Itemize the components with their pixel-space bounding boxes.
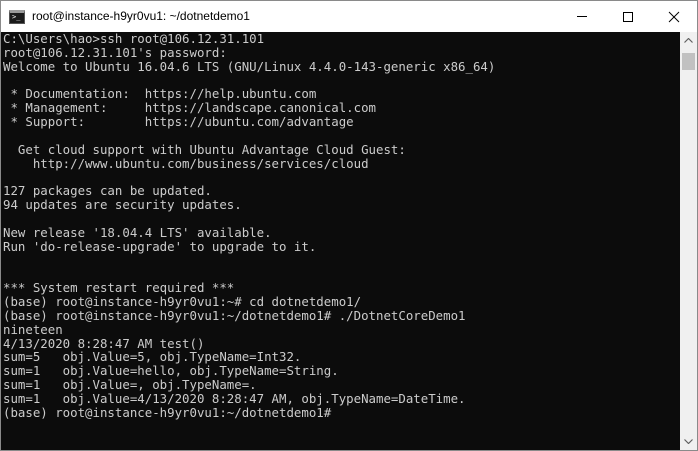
terminal-line: (base) root@instance-h9yr0vu1:~/dotnetde… — [3, 307, 466, 323]
terminal-text[interactable]: C:\Users\hao>ssh root@106.12.31.101 root… — [3, 32, 495, 420]
terminal-line: * Management: https://landscape.canonica… — [3, 100, 376, 116]
scroll-thumb[interactable] — [682, 53, 695, 70]
terminal-output[interactable]: C:\Users\hao>ssh root@106.12.31.101 root… — [1, 32, 680, 450]
terminal-icon[interactable]: >_ — [9, 10, 25, 24]
terminal-window: >_ root@instance-h9yr0vu1: ~/dotnetdemo1… — [0, 0, 698, 451]
scroll-up-button[interactable] — [680, 32, 697, 49]
terminal-line: Welcome to Ubuntu 16.04.6 LTS (GNU/Linux… — [3, 58, 496, 74]
terminal-line: sum=5 obj.Value=5, obj.TypeName=Int32. — [3, 349, 302, 365]
terminal-line: 4/13/2020 8:28:47 AM test() — [3, 335, 205, 351]
terminal-line: sum=1 obj.Value=hello, obj.TypeName=Stri… — [3, 363, 339, 379]
maximize-icon — [623, 11, 633, 22]
minimize-icon — [577, 16, 587, 17]
close-button[interactable] — [651, 1, 697, 32]
terminal-line: (base) root@instance-h9yr0vu1:~# cd dotn… — [3, 294, 362, 310]
terminal-line: sum=1 obj.Value=, obj.TypeName=. — [3, 377, 257, 393]
chevron-up-icon — [684, 38, 693, 43]
chevron-down-icon — [684, 439, 693, 444]
terminal-line: *** System restart required *** — [3, 280, 235, 296]
terminal-line: (base) root@instance-h9yr0vu1:~/dotnetde… — [3, 404, 339, 420]
scroll-down-button[interactable] — [680, 433, 697, 450]
terminal-line: * Documentation: https://help.ubuntu.com — [3, 86, 317, 102]
terminal-line: * Support: https://ubuntu.com/advantage — [3, 114, 354, 130]
title-bar[interactable]: >_ root@instance-h9yr0vu1: ~/dotnetdemo1 — [1, 1, 697, 32]
terminal-line: sum=1 obj.Value=4/13/2020 8:28:47 AM, ob… — [3, 390, 466, 406]
terminal-line: 127 packages can be updated. — [3, 183, 212, 199]
terminal-line: http://www.ubuntu.com/business/services/… — [3, 155, 369, 171]
minimize-button[interactable] — [559, 1, 605, 32]
close-icon — [668, 11, 680, 22]
terminal-line: nineteen — [3, 321, 63, 337]
terminal-line: 94 updates are security updates. — [3, 197, 242, 213]
window-title: root@instance-h9yr0vu1: ~/dotnetdemo1 — [32, 9, 250, 23]
terminal-line: root@106.12.31.101's password: — [3, 44, 227, 60]
terminal-line: Get cloud support with Ubuntu Advantage … — [3, 141, 406, 157]
vertical-scrollbar[interactable] — [680, 32, 697, 450]
maximize-button[interactable] — [605, 1, 651, 32]
terminal-line: Run 'do-release-upgrade' to upgrade to i… — [3, 238, 317, 254]
terminal-line: New release '18.04.4 LTS' available. — [3, 224, 272, 240]
